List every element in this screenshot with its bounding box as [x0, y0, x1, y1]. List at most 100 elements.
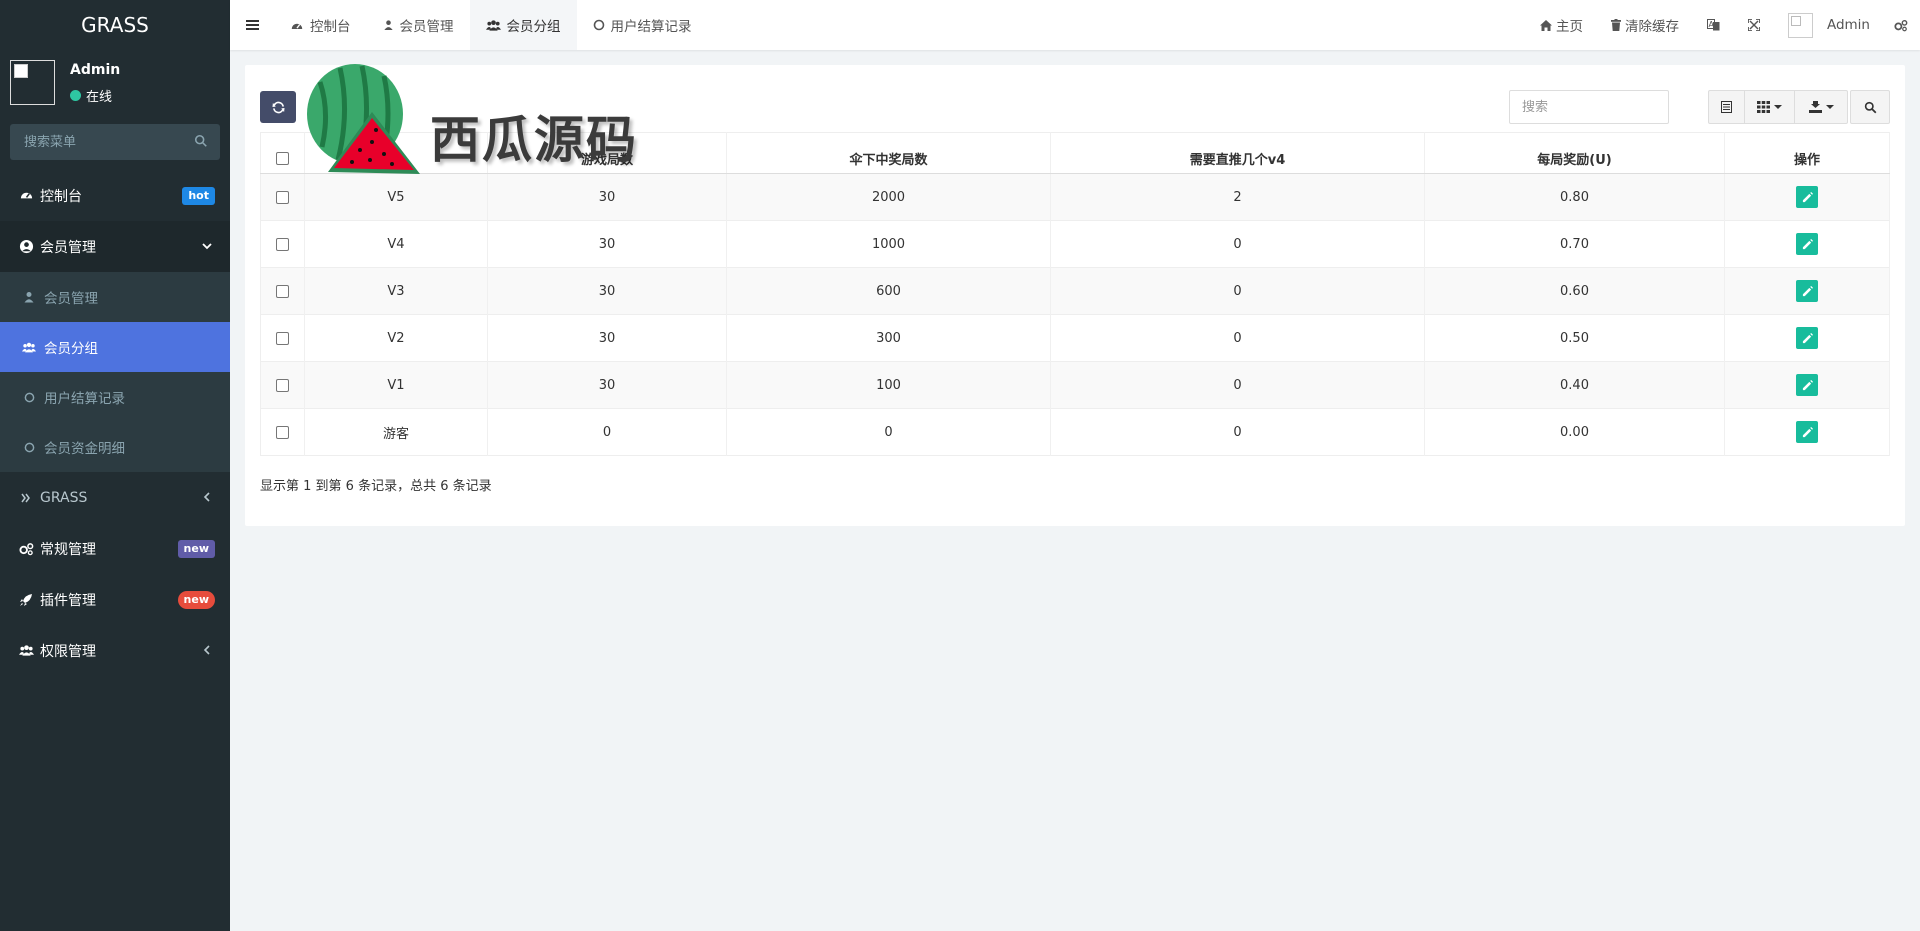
- home-label: 主页: [1555, 19, 1583, 35]
- cell-reward: 0.80: [1424, 173, 1725, 221]
- table-row: V3 30 600 0 0.60: [260, 267, 1890, 315]
- col-direct[interactable]: 需要直推几个v4: [1050, 132, 1425, 174]
- user-menu[interactable]: Admin: [1774, 0, 1890, 50]
- row-checkbox[interactable]: [276, 237, 289, 251]
- menu-toggle-icon[interactable]: [230, 0, 274, 50]
- sidebar-item-dashboard[interactable]: 控制台 hot: [0, 170, 230, 221]
- chevron-left-icon: [203, 492, 210, 502]
- cell-games: 30: [487, 267, 727, 315]
- edit-button[interactable]: [1796, 233, 1818, 255]
- table-search-input[interactable]: [1510, 91, 1668, 123]
- online-dot-icon: [70, 90, 81, 101]
- menu-search: [10, 124, 220, 160]
- edit-button[interactable]: [1796, 186, 1818, 208]
- pagination-info: 显示第 1 到第 6 条记录，总共 6 条记录: [260, 479, 492, 494]
- sidebar-item-general[interactable]: 常规管理 new: [0, 523, 230, 574]
- users-icon: [485, 19, 501, 31]
- sidebar-item-label: 会员资金明细: [44, 441, 125, 457]
- edit-button[interactable]: [1796, 327, 1818, 349]
- tab-dashboard[interactable]: 控制台: [274, 0, 367, 50]
- cell-wins: 0: [726, 408, 1051, 456]
- edit-button[interactable]: [1796, 280, 1818, 302]
- sidebar-item-addon[interactable]: 插件管理 new: [0, 574, 230, 625]
- search-icon[interactable]: [194, 134, 208, 148]
- sidebar-menu: 控制台 hot 会员管理 会员管理 会员分组 用户结算记录 会员资金明细 GRA…: [0, 170, 230, 676]
- tab-label: 会员管理: [399, 19, 454, 35]
- language-button[interactable]: A: [1693, 0, 1734, 50]
- fullscreen-icon: [1747, 19, 1760, 31]
- sidebar-item-member-group[interactable]: 会员分组: [0, 322, 230, 372]
- caret-down-icon: [1774, 105, 1782, 109]
- table-row: V1 30 100 0 0.40: [260, 361, 1890, 409]
- settings-button[interactable]: [1890, 0, 1920, 50]
- menu-search-input[interactable]: [10, 124, 220, 160]
- edit-button[interactable]: [1796, 421, 1818, 443]
- pencil-icon: [1802, 191, 1813, 202]
- select-all-checkbox[interactable]: [276, 151, 289, 165]
- advanced-search-button[interactable]: [1850, 90, 1890, 124]
- sidebar-item-funds[interactable]: 会员资金明细: [0, 422, 230, 472]
- app-logo[interactable]: GRASS: [0, 0, 230, 50]
- cogs-icon: [18, 541, 34, 557]
- sidebar-item-label: 插件管理: [40, 592, 96, 609]
- edit-button[interactable]: [1796, 374, 1818, 396]
- toggle-view-button[interactable]: [1709, 91, 1745, 123]
- row-checkbox[interactable]: [276, 284, 289, 298]
- sidebar-item-label: 会员管理: [40, 239, 96, 256]
- col-reward[interactable]: 每局奖励(U): [1424, 132, 1725, 174]
- home-link[interactable]: 主页: [1526, 0, 1597, 50]
- cell-name: V1: [304, 361, 488, 409]
- sidebar-item-member-list[interactable]: 会员管理: [0, 272, 230, 322]
- table-tools: [1708, 90, 1848, 124]
- cell-wins: 100: [726, 361, 1051, 409]
- dashboard-icon: [18, 188, 34, 204]
- row-checkbox[interactable]: [276, 378, 289, 392]
- col-actions: 操作: [1724, 132, 1890, 174]
- row-checkbox[interactable]: [276, 425, 289, 439]
- pencil-icon: [1802, 332, 1813, 343]
- export-icon: [1808, 101, 1822, 113]
- sidebar-item-label: 控制台: [40, 188, 82, 205]
- tab-member[interactable]: 会员管理: [367, 0, 470, 50]
- cell-wins: 1000: [726, 220, 1051, 268]
- tab-settlement[interactable]: 用户结算记录: [577, 0, 708, 50]
- sidebar-item-auth[interactable]: 权限管理: [0, 625, 230, 676]
- cell-name: 游客: [304, 408, 488, 456]
- cell-wins: 600: [726, 267, 1051, 315]
- user-icon: [22, 290, 36, 304]
- sidebar-item-label: 会员分组: [44, 341, 98, 357]
- cell-games: 30: [487, 314, 727, 362]
- pencil-icon: [1802, 238, 1813, 249]
- admin-label: Admin: [1826, 17, 1870, 33]
- col-wins[interactable]: 伞下中奖局数: [726, 132, 1051, 174]
- columns-dropdown[interactable]: [1745, 91, 1795, 123]
- cell-games: 0: [487, 408, 727, 456]
- export-dropdown[interactable]: [1795, 91, 1847, 123]
- sidebar-item-grass[interactable]: GRASS: [0, 472, 230, 523]
- users-icon: [18, 643, 34, 659]
- row-checkbox[interactable]: [276, 190, 289, 204]
- sidebar-item-settlement[interactable]: 用户结算记录: [0, 372, 230, 422]
- cell-wins: 300: [726, 314, 1051, 362]
- user-status: 在线: [70, 86, 112, 105]
- member-submenu: 会员管理 会员分组 用户结算记录 会员资金明细: [0, 272, 230, 472]
- cell-games: 30: [487, 361, 727, 409]
- fullscreen-button[interactable]: [1734, 0, 1774, 50]
- new-badge: new: [177, 540, 215, 558]
- cell-games: 30: [487, 220, 727, 268]
- sidebar-item-member[interactable]: 会员管理: [0, 221, 230, 272]
- cell-direct: 0: [1050, 361, 1425, 409]
- watermark: 西瓜源码: [300, 62, 680, 182]
- clear-cache-button[interactable]: 清除缓存: [1597, 0, 1693, 50]
- rocket-icon: [18, 592, 34, 608]
- row-checkbox[interactable]: [276, 331, 289, 345]
- tab-member-group[interactable]: 会员分组: [469, 0, 577, 50]
- sidebar-item-label: GRASS: [40, 489, 88, 506]
- hot-badge: hot: [182, 187, 215, 205]
- header-right: 主页 清除缓存 A Admin: [1526, 0, 1920, 50]
- cell-reward: 0.40: [1424, 361, 1725, 409]
- user-icon: [383, 20, 393, 31]
- pencil-icon: [1802, 379, 1813, 390]
- refresh-button[interactable]: [260, 91, 296, 123]
- double-angle-right-icon: [18, 490, 34, 506]
